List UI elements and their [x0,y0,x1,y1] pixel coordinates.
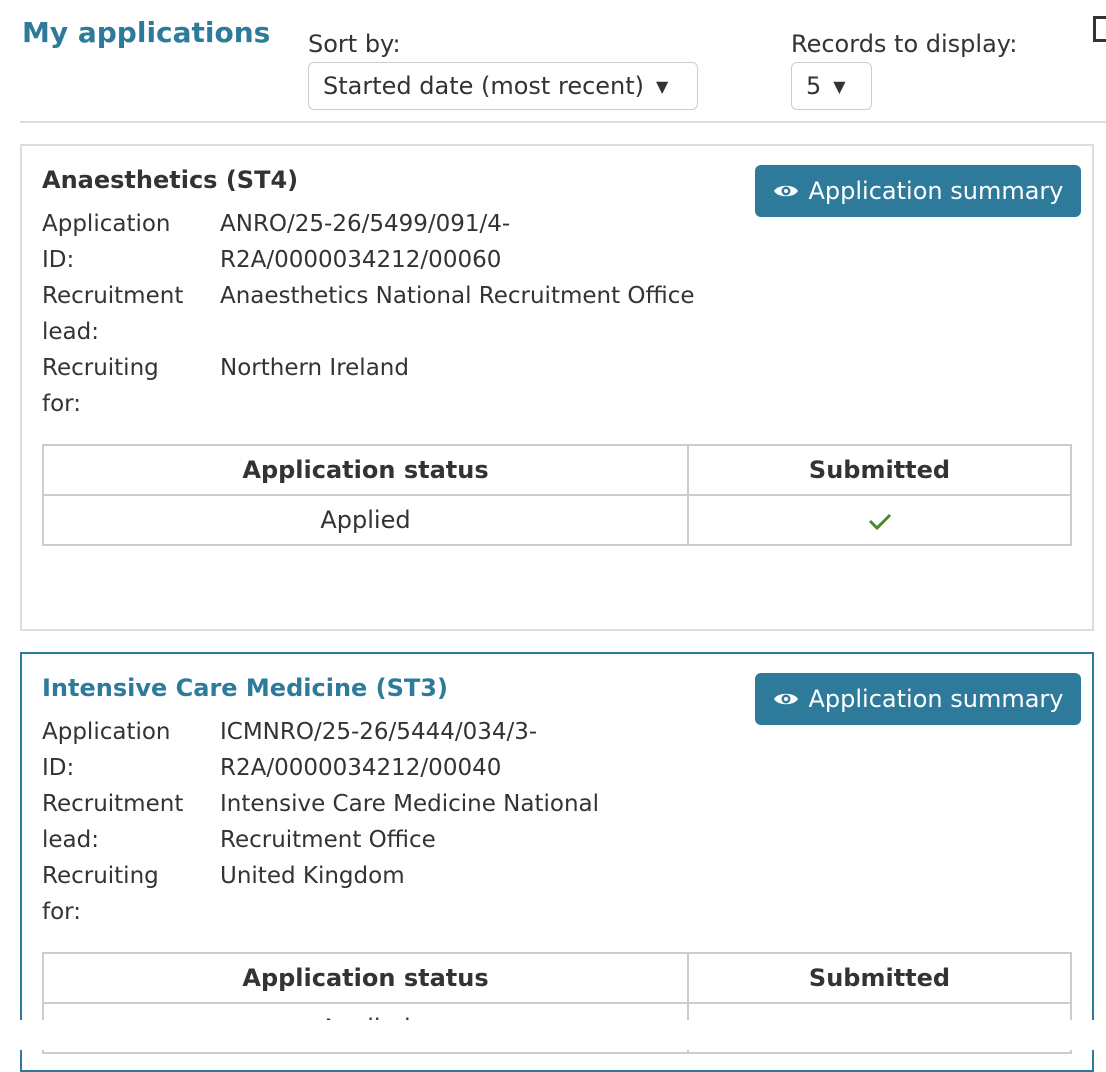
application-summary-label: Application summary [808,685,1064,713]
chevron-down-icon: ▼ [656,76,669,96]
detail-value: ICMNRO/25-26/5444/034/3- [220,719,538,745]
detail-label: Recruitment [42,791,184,817]
application-title[interactable]: Intensive Care Medicine (ST3) [42,674,448,702]
detail-value: United Kingdom [220,863,405,889]
detail-label: for: [42,899,81,925]
application-card: Anaesthetics (ST4) Application summary A… [20,144,1094,631]
check-icon [868,513,891,531]
detail-value: Anaesthetics National Recruitment Office [220,283,695,309]
detail-row-recruiting-for: Recruiting for: Northern Ireland [42,350,802,422]
sort-select-value: Started date (most recent) [323,72,645,100]
submitted-column-header: Submitted [687,952,1072,1004]
application-details: Application ID: ICMNRO/25-26/5444/034/3- R… [42,714,802,930]
detail-row-recruitment-lead: Recruitment lead: Anaesthetics National R… [42,278,802,350]
detail-label: Recruiting [42,863,159,889]
application-summary-label: Application summary [808,177,1064,205]
detail-label: for: [42,391,81,417]
application-title: Anaesthetics (ST4) [42,166,299,194]
detail-label: Recruiting [42,355,159,381]
page-title: My applications [22,16,271,49]
detail-label: Application [42,719,171,745]
detail-value: ANRO/25-26/5499/091/4- [220,211,511,237]
detail-value: R2A/0000034212/00060 [220,247,502,273]
detail-value: Intensive Care Medicine National [220,791,600,817]
detail-value: Recruitment Office [220,827,436,853]
detail-row-application-id: Application ID: ANRO/25-26/5499/091/4- R2A… [42,206,802,278]
sort-select[interactable]: Started date (most recent) ▼ [308,62,698,110]
records-select[interactable]: 5 ▼ [791,62,872,110]
records-select-value: 5 [806,72,822,100]
application-summary-button[interactable]: Application summary [755,165,1081,217]
detail-label: Recruitment [42,283,184,309]
detail-row-application-id: Application ID: ICMNRO/25-26/5444/034/3- R… [42,714,802,786]
detail-label: ID: [42,755,75,781]
detail-value: R2A/0000034212/00040 [220,755,502,781]
application-details: Application ID: ANRO/25-26/5499/091/4- R2A… [42,206,802,422]
submitted-cell [687,494,1072,546]
status-table: Application status Submitted Applied [42,444,1072,546]
detail-label: lead: [42,319,99,345]
application-summary-button[interactable]: Application summary [755,673,1081,725]
fullscreen-icon[interactable] [1093,16,1106,42]
records-label: Records to display: [791,30,1018,58]
detail-label: Application [42,211,171,237]
status-column-header: Application status [42,444,689,496]
submitted-column-header: Submitted [687,444,1072,496]
sort-label: Sort by: [308,30,401,58]
detail-value: Northern Ireland [220,355,409,381]
detail-row-recruiting-for: Recruiting for: United Kingdom [42,858,802,930]
status-value: Applied [42,494,689,546]
header-divider [20,121,1106,123]
detail-row-recruitment-lead: Recruitment lead: Intensive Care Medicine… [42,786,802,858]
chevron-down-icon: ▼ [833,76,846,96]
detail-label: lead: [42,827,99,853]
eye-icon [773,185,798,197]
viewport-bottom-mask [0,1020,1106,1050]
status-column-header: Application status [42,952,689,1004]
eye-icon [773,693,798,705]
detail-label: ID: [42,247,75,273]
application-card: Intensive Care Medicine (ST3) Applicatio… [20,652,1094,1072]
